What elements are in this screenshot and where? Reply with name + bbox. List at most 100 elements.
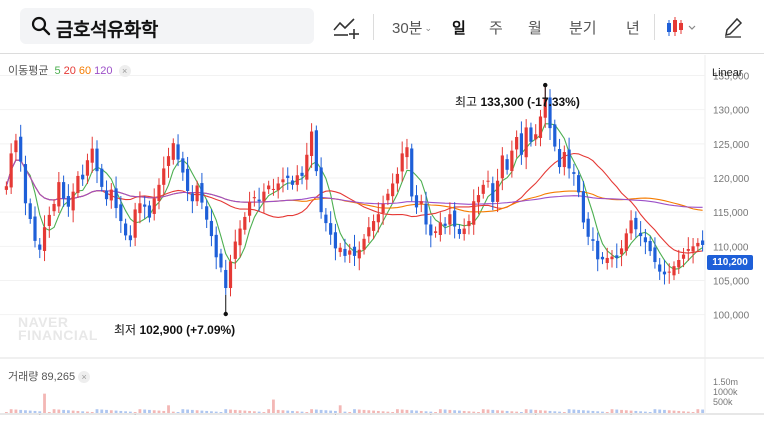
volume-bar	[319, 409, 323, 413]
ma-legend-60[interactable]: 60	[79, 65, 91, 77]
volume-bar	[262, 412, 266, 413]
candle-body	[610, 256, 614, 260]
period-tab-year[interactable]: 년	[626, 17, 640, 38]
period-tab-quarter[interactable]: 분기	[569, 17, 597, 38]
candle-body	[376, 214, 380, 223]
candle-body	[28, 203, 32, 219]
volume-bar	[477, 412, 480, 413]
close-icon[interactable]: ×	[118, 65, 131, 77]
volume-bar	[276, 409, 280, 413]
volume-bar	[577, 409, 581, 413]
volume-bar	[66, 410, 70, 413]
low-prefix: 최저	[114, 323, 137, 337]
candle-body	[453, 210, 457, 227]
candle-body	[467, 221, 471, 227]
candle-body	[343, 248, 347, 256]
period-tab-month[interactable]: 월	[528, 17, 542, 38]
watermark-line2: FINANCIAL	[18, 327, 98, 343]
candlestick-icon[interactable]	[664, 14, 700, 40]
candle-body	[562, 152, 566, 168]
volume-bar	[686, 411, 690, 413]
candle-body	[553, 124, 557, 147]
volume-tick-label: 500k	[713, 397, 733, 407]
volume-bar	[4, 412, 8, 413]
stock-search-box[interactable]: 금호석유화학	[20, 8, 314, 44]
price-tick-label: 110,000	[713, 242, 749, 253]
price-tick-label: 105,000	[713, 277, 750, 288]
price-tick-label: 130,000	[713, 106, 750, 117]
period-tab-day[interactable]: 일	[452, 17, 466, 38]
volume-bar	[286, 410, 290, 413]
candle-body	[185, 168, 190, 191]
candle-body	[667, 271, 671, 273]
candle-body	[362, 238, 366, 250]
candle-body	[38, 244, 42, 250]
candle-body	[443, 223, 447, 226]
volume-bar	[24, 410, 27, 413]
volume-bar	[19, 409, 23, 413]
volume-bar	[515, 411, 519, 413]
candle-body	[391, 183, 395, 197]
volume-bar	[305, 412, 309, 413]
candle-body	[505, 159, 509, 170]
candle-body	[233, 241, 237, 259]
ma-legend-120[interactable]: 120	[94, 65, 112, 77]
candle-body	[410, 148, 414, 197]
candle-body	[76, 175, 80, 193]
candle-body	[286, 175, 290, 178]
candle-body	[166, 156, 171, 166]
volume-bar	[558, 411, 561, 413]
volume-bar	[648, 412, 652, 413]
volume-bar	[105, 409, 108, 413]
volume-bar	[33, 410, 37, 413]
candle-body	[47, 214, 51, 226]
candle-body	[476, 195, 481, 203]
volume-bar	[372, 410, 375, 413]
candle-body	[534, 134, 538, 140]
candle-body	[577, 175, 581, 193]
price-tick-label: 100,000	[713, 311, 750, 322]
scale-toggle[interactable]: Linear	[712, 67, 743, 79]
period-tab-week[interactable]: 주	[489, 17, 503, 38]
interval-select[interactable]: 30분 ⌄	[392, 17, 432, 38]
volume-bar	[667, 410, 671, 413]
volume-bar	[639, 411, 643, 413]
volume-bar	[658, 409, 662, 413]
volume-bar	[400, 409, 404, 413]
volume-bar	[601, 411, 604, 413]
candle-body	[214, 234, 218, 258]
volume-bar	[162, 410, 166, 413]
volume-bar	[581, 410, 585, 413]
low-annotation: 최저 102,900 (+7.09%)	[114, 321, 235, 338]
candle-body	[252, 197, 256, 199]
volume-bar	[90, 412, 94, 413]
ma-legend-20[interactable]: 20	[64, 65, 76, 77]
volume-bar	[553, 411, 557, 413]
volume-label: 거래량 89,265	[8, 371, 76, 383]
volume-bar	[310, 409, 313, 413]
candle-body	[524, 127, 528, 158]
pencil-icon[interactable]	[722, 14, 744, 40]
interval-label: 30분	[392, 20, 423, 37]
candle-body	[152, 198, 156, 214]
indicator-add-icon[interactable]	[332, 14, 360, 40]
volume-bar	[510, 411, 514, 413]
close-icon[interactable]: ×	[78, 371, 91, 383]
volume-bar	[443, 409, 447, 413]
volume-bar	[334, 410, 337, 413]
high-annotation: 최고 133,300 (-17.33%)	[455, 93, 580, 110]
candle-body	[195, 185, 199, 202]
candlestick-series	[4, 87, 705, 297]
price-chart[interactable]: 135,000130,000125,000120,000115,000110,0…	[0, 55, 764, 415]
candle-body	[290, 180, 295, 185]
search-icon[interactable]	[31, 16, 51, 36]
ma-legend-5[interactable]: 5	[55, 65, 61, 77]
volume-bar	[462, 410, 466, 413]
candle-body	[128, 235, 132, 241]
stock-name[interactable]: 금호석유화학	[56, 15, 158, 42]
volume-bar	[28, 410, 32, 413]
volume-bar	[43, 393, 46, 413]
toolbar-divider	[373, 14, 374, 40]
candle-body	[395, 173, 400, 184]
candle-body	[634, 217, 638, 230]
